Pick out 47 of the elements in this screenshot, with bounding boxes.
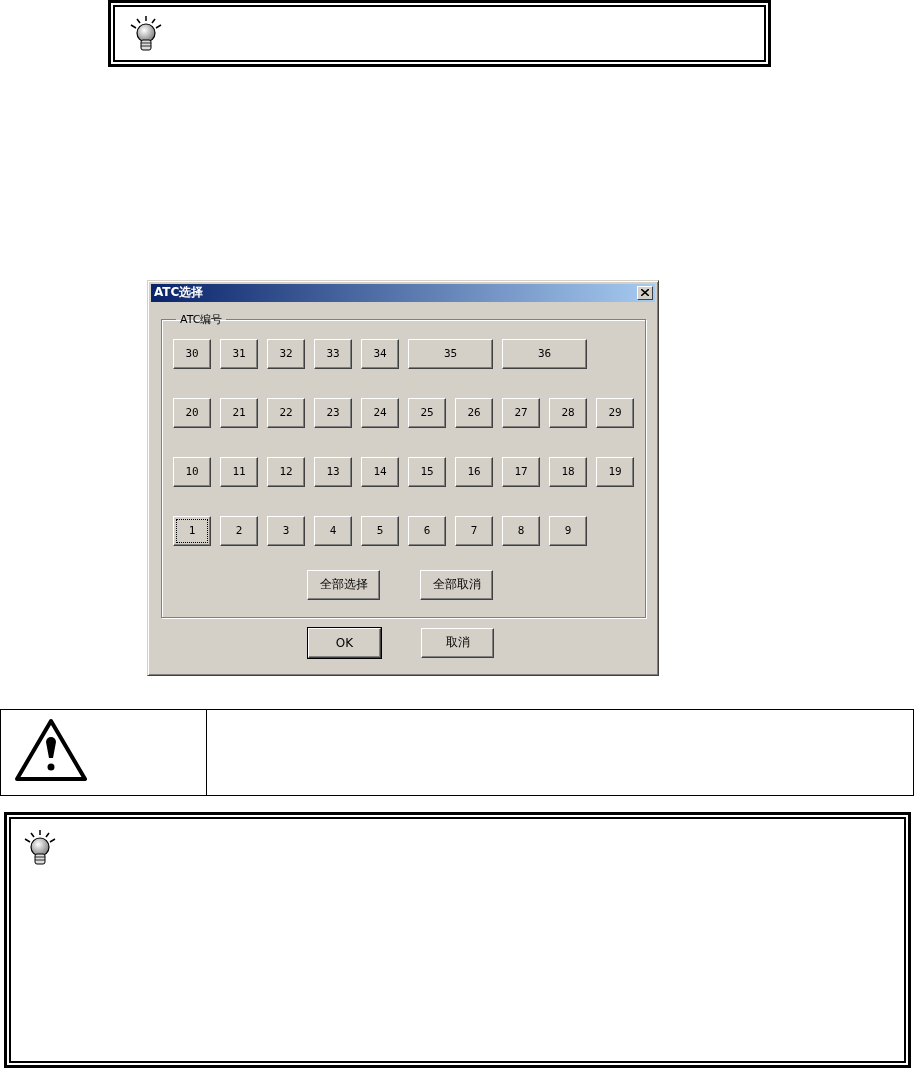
number-button[interactable]: 29	[596, 397, 634, 428]
number-button[interactable]: 23	[314, 397, 352, 428]
number-button[interactable]: 25	[408, 397, 446, 428]
number-button[interactable]: 36	[502, 338, 587, 369]
number-button[interactable]: 19	[596, 456, 634, 487]
number-button[interactable]: 5	[361, 515, 399, 546]
group-label: ATC编号	[179, 311, 224, 327]
number-button[interactable]: 18	[549, 456, 587, 487]
number-button[interactable]: 8	[502, 515, 540, 546]
number-button[interactable]: 2	[220, 515, 258, 546]
number-button[interactable]: 17	[502, 456, 540, 487]
number-button[interactable]: 11	[220, 456, 258, 487]
window-title: ATC选择	[154, 284, 204, 302]
number-button[interactable]: 6	[408, 515, 446, 546]
dialog-button[interactable]: OK	[308, 627, 381, 658]
number-button[interactable]: 30	[173, 338, 211, 369]
number-button[interactable]: 24	[361, 397, 399, 428]
number-button[interactable]: 34	[361, 338, 399, 369]
number-button[interactable]: 7	[455, 515, 493, 546]
number-button[interactable]: 9	[549, 515, 587, 546]
number-button[interactable]: 28	[549, 397, 587, 428]
number-button[interactable]: 15	[408, 456, 446, 487]
number-button[interactable]: 16	[455, 456, 493, 487]
number-button[interactable]: 22	[267, 397, 305, 428]
number-button[interactable]: 32	[267, 338, 305, 369]
action-button[interactable]: 全部选择	[307, 569, 380, 600]
number-button[interactable]: 27	[502, 397, 540, 428]
number-button[interactable]: 4	[314, 515, 352, 546]
dialog-button[interactable]: 取消	[421, 627, 494, 658]
action-button[interactable]: 全部取消	[420, 569, 493, 600]
lightbulb-icon	[23, 828, 57, 865]
warning-icon	[15, 717, 87, 782]
number-button[interactable]: 31	[220, 338, 258, 369]
number-button[interactable]: 3	[267, 515, 305, 546]
number-button[interactable]: 1	[173, 515, 211, 546]
number-button[interactable]: 10	[173, 456, 211, 487]
number-button[interactable]: 35	[408, 338, 493, 369]
close-icon	[641, 289, 649, 297]
number-button[interactable]: 33	[314, 338, 352, 369]
number-button[interactable]: 21	[220, 397, 258, 428]
number-button[interactable]: 12	[267, 456, 305, 487]
number-button[interactable]: 13	[314, 456, 352, 487]
number-button[interactable]: 20	[173, 397, 211, 428]
close-button[interactable]	[637, 285, 653, 300]
lightbulb-icon	[129, 15, 163, 51]
number-button[interactable]: 14	[361, 456, 399, 487]
number-button[interactable]: 26	[455, 397, 493, 428]
